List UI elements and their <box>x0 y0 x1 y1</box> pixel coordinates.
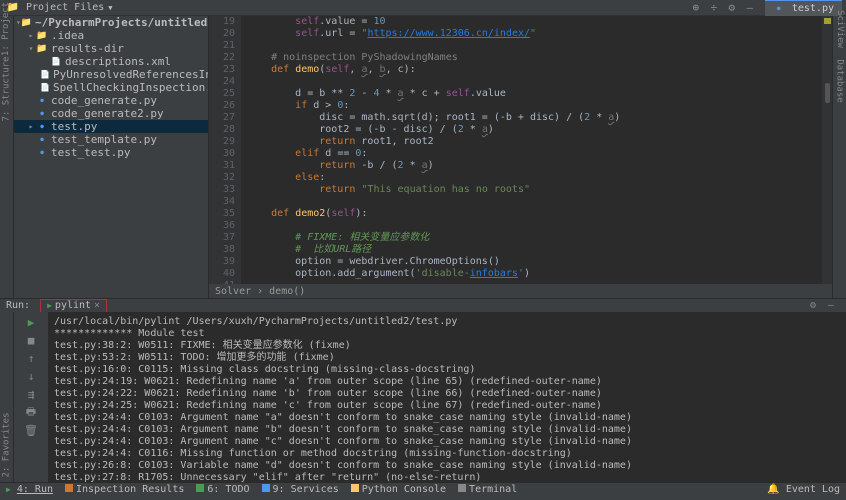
crumb-fn[interactable]: demo() <box>269 286 305 297</box>
stop-icon[interactable]: ■ <box>25 334 37 346</box>
breadcrumbs[interactable]: Solver › demo() <box>209 284 832 298</box>
left-tool-strip-bottom: 2: Favorites <box>0 312 14 482</box>
folder-icon <box>36 44 48 54</box>
square-icon <box>351 484 359 492</box>
tree-root[interactable]: ▾~/PycharmProjects/untitled2 <box>14 16 208 29</box>
tree-idea[interactable]: ▸.idea <box>14 29 208 42</box>
tab-label: test.py <box>792 3 834 14</box>
tree-pyunres[interactable]: PyUnresolvedReferencesInspection.xml <box>14 68 208 81</box>
run-output[interactable]: /usr/local/bin/pylint /Users/xuxh/Pychar… <box>48 312 846 482</box>
play-icon <box>6 484 11 495</box>
pyconsole-btn[interactable]: Python Console <box>351 484 446 495</box>
code-area[interactable]: self.value = 10 self.url = "https://www.… <box>241 16 832 284</box>
editor-scrollbar[interactable] <box>822 16 832 284</box>
tree-test[interactable]: ▸test.py <box>14 120 208 133</box>
tree-spell[interactable]: SpellCheckingInspection.xml <box>14 81 208 94</box>
structure-tool[interactable]: 7: Structure <box>2 56 12 121</box>
run-icon <box>47 300 52 311</box>
python-file-icon <box>773 3 785 13</box>
python-file-icon <box>36 122 48 132</box>
project-files-dropdown[interactable]: 📁 Project Files ▼ <box>4 1 113 15</box>
python-file-icon <box>36 148 48 158</box>
trash-icon[interactable]: 🗑 <box>25 424 37 436</box>
eventlog-btn[interactable]: 🔔 Event Log <box>767 484 840 495</box>
services-btn[interactable]: 9: Services <box>262 484 339 495</box>
item-label: .idea <box>51 29 84 42</box>
tree-results[interactable]: ▾results-dir <box>14 42 208 55</box>
xml-file-icon <box>40 83 50 93</box>
item-label: descriptions.xml <box>65 55 171 68</box>
line-gutter: 19 20 21 22 23 24 25 26 27 28 29 30 31 3… <box>209 16 241 284</box>
editor[interactable]: 19 20 21 22 23 24 25 26 27 28 29 30 31 3… <box>209 16 832 284</box>
run-label: Run: <box>6 300 30 311</box>
database-tool[interactable]: Database <box>835 59 845 102</box>
todo-btn[interactable]: 6: TODO <box>196 484 249 495</box>
bottom-tool-bar: 4: Run Inspection Results 6: TODO 9: Ser… <box>0 482 846 496</box>
python-file-icon <box>36 109 48 119</box>
item-label: results-dir <box>51 42 124 55</box>
collapse-icon[interactable]: ÷ <box>707 1 721 15</box>
python-file-icon <box>36 135 48 145</box>
gear-icon[interactable]: ⚙ <box>806 299 820 313</box>
folder-icon <box>21 18 32 28</box>
wrap-icon[interactable]: ⇶ <box>25 388 37 400</box>
square-icon <box>262 484 270 492</box>
tree-cg[interactable]: code_generate.py <box>14 94 208 107</box>
toolbar: 📁 Project Files ▼ ⊕ ÷ ⚙ — test.py <box>0 0 846 16</box>
square-icon <box>458 484 466 492</box>
chevron-down-icon: ▼ <box>108 4 112 12</box>
item-label: PyUnresolvedReferencesInspection.xml <box>53 68 209 81</box>
gear-icon[interactable]: ⚙ <box>725 1 739 15</box>
status-bar <box>0 496 846 500</box>
item-label: SpellCheckingInspection.xml <box>53 81 209 94</box>
xml-file-icon <box>50 57 62 67</box>
run-tab-pylint[interactable]: pylint × <box>40 299 107 313</box>
left-tool-strip: 1: Project 7: Structure <box>0 16 14 298</box>
project-tree[interactable]: ▾~/PycharmProjects/untitled2 ▸.idea ▾res… <box>14 16 209 298</box>
terminal-btn[interactable]: Terminal <box>458 484 517 495</box>
inspection-btn[interactable]: Inspection Results <box>65 484 184 495</box>
tree-cg2[interactable]: code_generate2.py <box>14 107 208 120</box>
up-icon[interactable]: ↑ <box>25 352 37 364</box>
run-tab-label: pylint <box>55 300 91 311</box>
tree-template[interactable]: test_template.py <box>14 133 208 146</box>
run-tool-btn[interactable]: 4: Run <box>6 484 53 495</box>
python-file-icon <box>36 96 48 106</box>
close-icon[interactable]: × <box>94 300 100 311</box>
item-label: test_test.py <box>51 146 130 159</box>
folder-icon <box>36 31 48 41</box>
rerun-icon[interactable]: ▶ <box>25 316 37 328</box>
crumb-sep: › <box>257 286 263 297</box>
editor-tab-test[interactable]: test.py <box>765 0 842 16</box>
square-icon <box>65 484 73 492</box>
sciview-tool[interactable]: SciView <box>835 10 845 48</box>
project-tool[interactable]: 1: Project <box>2 2 12 56</box>
target-icon[interactable]: ⊕ <box>689 1 703 15</box>
run-header: Run: pylint × ⚙ — <box>0 298 846 312</box>
item-label: code_generate2.py <box>51 107 164 120</box>
print-icon[interactable]: 🖶 <box>25 406 37 418</box>
root-label: ~/PycharmProjects/untitled2 <box>35 16 209 29</box>
right-tool-strip: SciView Database <box>832 16 846 298</box>
item-label: code_generate.py <box>51 94 157 107</box>
tree-testtest[interactable]: test_test.py <box>14 146 208 159</box>
project-files-label: Project Files <box>26 2 104 13</box>
down-icon[interactable]: ↓ <box>25 370 37 382</box>
crumb-class[interactable]: Solver <box>215 286 251 297</box>
event-icon: 🔔 <box>767 484 779 495</box>
hide-icon[interactable]: — <box>824 299 838 313</box>
favorites-tool[interactable]: 2: Favorites <box>2 412 12 477</box>
tree-descriptions[interactable]: descriptions.xml <box>14 55 208 68</box>
run-tool-gutter: ▶ ■ ↑ ↓ ⇶ 🖶 🗑 <box>14 312 48 482</box>
run-panel: 2: Favorites ▶ ■ ↑ ↓ ⇶ 🖶 🗑 /usr/local/bi… <box>0 312 846 482</box>
item-label: test_template.py <box>51 133 157 146</box>
item-label: test.py <box>51 120 97 133</box>
hide-icon[interactable]: — <box>743 1 757 15</box>
square-icon <box>196 484 204 492</box>
xml-file-icon <box>40 70 50 80</box>
